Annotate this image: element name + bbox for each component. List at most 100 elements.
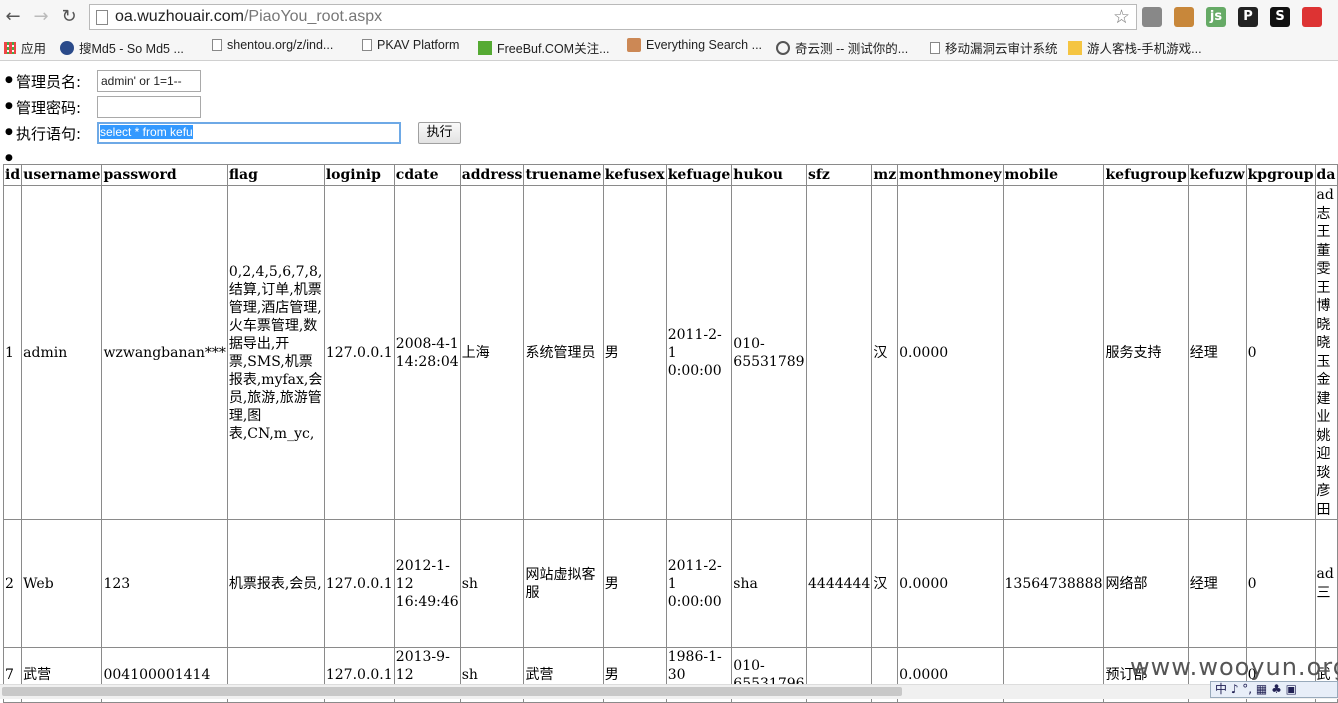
forward-icon[interactable]: → [30, 6, 52, 28]
column-header: sfz [806, 164, 873, 186]
bookmark-item[interactable]: 奇云测 -- 测试你的... [776, 38, 908, 57]
table-cell: 机票报表,会员, [226, 519, 325, 648]
bookmark-item[interactable]: Everything Search ... [627, 38, 762, 52]
scrollbar-thumb[interactable] [2, 687, 902, 696]
reload-icon[interactable]: ↻ [58, 6, 80, 28]
execute-button[interactable]: 执行 [418, 122, 461, 144]
table-cell: 2008-4-1 14:28:04 [393, 185, 461, 520]
table-cell: 0 [1245, 185, 1316, 520]
js-icon[interactable]: js [1206, 7, 1226, 27]
bookmarks-bar: 应用 搜Md5 - So Md5 ... shentou.org/z/ind... P… [0, 34, 1338, 61]
globe-icon[interactable] [1142, 7, 1162, 27]
sql-input[interactable]: select * from kefu [97, 122, 401, 144]
table-cell: 2012-1-12 16:49:46 [393, 519, 461, 648]
address-bar[interactable]: oa.wuzhouair.com/PiaoYou_root.aspx ☆ [89, 4, 1137, 30]
page-icon [930, 41, 940, 54]
bookmark-label: 搜Md5 - So Md5 ... [79, 42, 184, 56]
table-cell: wzwangbanan*** [101, 185, 228, 520]
s-icon[interactable]: S [1270, 7, 1290, 27]
table-cell: ad志王董雯王博晓晓玉金建业姚迎琰彦田 [1314, 185, 1338, 520]
browser-toolbar: ← → ↻ oa.wuzhouair.com/PiaoYou_root.aspx… [0, 0, 1338, 34]
bookmark-label: 游人客栈-手机游戏... [1087, 42, 1202, 56]
column-header: truename [523, 164, 604, 186]
bookmark-label: shentou.org/z/ind... [227, 38, 334, 52]
table-cell: 男 [602, 185, 667, 520]
table-cell: 2011-2-1 0:00:00 [665, 185, 733, 520]
table-cell: sh [459, 519, 525, 648]
table-cell: 网站虚拟客服 [523, 519, 604, 648]
bookmark-item[interactable]: 游人客栈-手机游戏... [1068, 38, 1202, 57]
url-text: oa.wuzhouair.com/PiaoYou_root.aspx [115, 8, 383, 25]
table-row: 2 Web 123 机票报表,会员, 127.0.0.1 2012-1-12 16:49:… [2, 519, 1338, 648]
page-icon [96, 10, 108, 25]
md5-icon [60, 40, 74, 55]
bookmark-star-icon[interactable]: ☆ [1113, 6, 1130, 28]
admin-name-input[interactable] [97, 70, 201, 92]
bookmark-label: PKAV Platform [377, 38, 460, 52]
apps-grid-icon [4, 41, 16, 54]
back-icon[interactable]: ← [2, 6, 24, 28]
table-header-row: id username password flag loginip cdate addres… [2, 164, 1338, 186]
page-icon [362, 39, 372, 51]
bullet-icon: ● [5, 127, 13, 137]
bookmark-label: 奇云测 -- 测试你的... [795, 42, 909, 56]
column-header: monthmoney [897, 164, 1004, 186]
table-cell: 127.0.0.1 [323, 519, 395, 648]
column-header: password [101, 164, 228, 186]
bullet-icon: ● [5, 153, 13, 163]
bookmark-item[interactable]: 移动漏洞云审计系统 [930, 38, 1058, 57]
sql-label: 执行语句: [16, 125, 82, 143]
bookmark-label: 应用 [21, 42, 47, 56]
column-header: mobile [1002, 164, 1105, 186]
clock-icon [776, 40, 790, 55]
table-cell: Web [21, 519, 103, 648]
bookmark-item[interactable]: 应用 [4, 38, 46, 57]
p-icon[interactable]: P [1238, 7, 1258, 27]
table-cell: 123 [101, 519, 228, 648]
password-input[interactable] [97, 96, 201, 118]
password-label: 管理密码: [16, 99, 82, 117]
column-header: username [21, 164, 103, 186]
table-cell: 4444444 [806, 519, 873, 648]
table-cell [1002, 185, 1105, 520]
bookmark-item[interactable]: shentou.org/z/ind... [212, 38, 333, 52]
column-header: address [459, 164, 525, 186]
horizontal-scrollbar[interactable] [0, 684, 1338, 699]
table-cell [806, 185, 873, 520]
ime-toolbar[interactable]: 中 ♪ °, ▦ ♣ ▣ [1210, 681, 1338, 698]
table-cell: 男 [602, 519, 667, 648]
table-cell: 网络部 [1103, 519, 1189, 648]
bookmark-label: 移动漏洞云审计系统 [945, 42, 1058, 56]
column-header: kefuage [665, 164, 733, 186]
page-icon [212, 39, 222, 51]
table-cell: 010-65531789 [731, 185, 808, 520]
table-cell: 经理 [1187, 185, 1247, 520]
table-cell: 上海 [459, 185, 525, 520]
table-cell: ad三 [1314, 519, 1338, 648]
red-icon[interactable] [1302, 7, 1322, 27]
table-cell: 汉 [871, 185, 899, 520]
table-row: 1 admin wzwangbanan*** 0,2,4,5,6,7,8,结算,订单,… [2, 185, 1338, 520]
column-header: id [2, 164, 23, 186]
bookmark-item[interactable]: 搜Md5 - So Md5 ... [60, 38, 184, 57]
table-cell: 系统管理员 [523, 185, 604, 520]
column-header: kefusex [602, 164, 667, 186]
table-cell: 127.0.0.1 [323, 185, 395, 520]
freebuf-icon [478, 40, 492, 55]
bookmark-item[interactable]: FreeBuf.COM关注... [478, 38, 610, 57]
column-header: hukou [731, 164, 808, 186]
bookmark-label: Everything Search ... [646, 38, 763, 52]
watermark: www.wooyun.org [1130, 653, 1338, 681]
bullet-icon: ● [5, 75, 13, 85]
table-cell: 2011-2-1 0:00:00 [665, 519, 733, 648]
table-cell: 经理 [1187, 519, 1247, 648]
result-table: id username password flag loginip cdate addres… [2, 164, 1338, 703]
bookmark-item[interactable]: PKAV Platform [362, 38, 459, 52]
column-header: da [1314, 164, 1338, 186]
table-cell: 0 [1245, 519, 1316, 648]
column-header: mz [871, 164, 899, 186]
cookie-icon[interactable] [1174, 7, 1194, 27]
column-header: kpgroup [1245, 164, 1316, 186]
column-header: flag [226, 164, 325, 186]
table-cell: 0.0000 [897, 519, 1004, 648]
